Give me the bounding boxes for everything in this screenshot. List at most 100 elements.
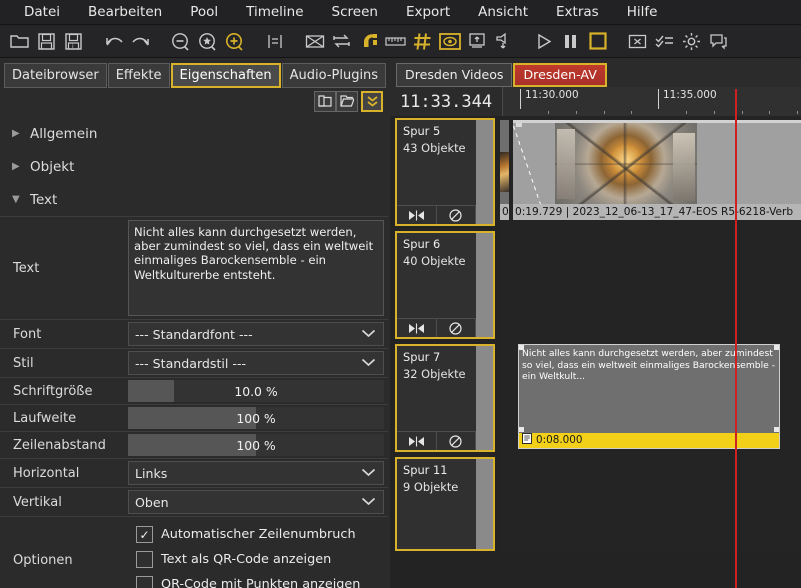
tab-dresden-av[interactable]: Dresden-AV xyxy=(513,63,607,87)
grid-icon[interactable] xyxy=(409,28,436,55)
menu-item-ansicht[interactable]: Ansicht xyxy=(464,0,542,25)
vertical-align-select[interactable]: Oben xyxy=(128,490,384,514)
mute-track-icon[interactable] xyxy=(437,319,476,337)
track-body-spur-11[interactable] xyxy=(500,455,801,551)
property-label-optionen: Optionen xyxy=(0,517,128,588)
property-label-zeilenabstand: Zeilenabstand xyxy=(0,432,128,458)
menu-item-bearbeiten[interactable]: Bearbeiten xyxy=(74,0,176,25)
stop-icon[interactable] xyxy=(584,28,611,55)
text-input[interactable]: Nicht alles kann durchgesetzt werden, ab… xyxy=(128,220,384,316)
track-header-spur-5[interactable]: Spur 5 43 Objekte xyxy=(395,118,495,226)
track-header-spur-6[interactable]: Spur 6 40 Objekte xyxy=(395,231,495,339)
new-folder-icon[interactable] xyxy=(314,90,336,112)
checkbox-label: QR-Code mit Punkten anzeigen xyxy=(161,577,361,588)
clip-handle-bottom-left[interactable] xyxy=(519,427,524,432)
checkbox-qr-dots[interactable] xyxy=(136,576,153,588)
ruler-scale[interactable]: 11:30.000 11:35.000 xyxy=(503,87,801,116)
save-icon[interactable] xyxy=(33,28,60,55)
mute-track-icon[interactable] xyxy=(437,432,476,450)
line-spacing-slider[interactable]: 100 % xyxy=(128,434,384,456)
tracking-slider[interactable]: 100 % xyxy=(128,407,384,429)
chevron-down-icon xyxy=(361,496,376,509)
clip-video-main[interactable]: 0:19.729 | 2023_12_06-13_17_47-EOS R5-62… xyxy=(513,120,801,220)
pause-icon[interactable] xyxy=(557,28,584,55)
track-body-spur-5[interactable]: 0:06 xyxy=(500,116,801,229)
undo-icon[interactable] xyxy=(100,28,127,55)
track-body-spur-7[interactable]: Nicht alles kann durchgesetzt werden, ab… xyxy=(500,342,801,455)
open-folder-icon[interactable] xyxy=(336,90,358,112)
track-header-spur-11[interactable]: Spur 11 9 Objekte xyxy=(395,457,495,551)
track-header-spur-7[interactable]: Spur 7 32 Objekte xyxy=(395,344,495,452)
ruler-minor-tick xyxy=(769,111,770,114)
chevron-down-icon xyxy=(361,357,376,370)
timecode-display[interactable]: 11:33.344 xyxy=(390,87,503,116)
checkbox-qr-code[interactable] xyxy=(136,551,153,568)
crossfade-icon[interactable] xyxy=(301,28,328,55)
menu-item-pool[interactable]: Pool xyxy=(176,0,232,25)
checkbox-label: Automatischer Zeilenumbruch xyxy=(161,527,356,542)
text-document-icon xyxy=(522,432,532,449)
ruler-minor-tick xyxy=(604,111,605,114)
screen-output-icon[interactable] xyxy=(463,28,490,55)
clip-text-content: Nicht alles kann durchgesetzt werden, ab… xyxy=(522,348,776,382)
property-group-allgemein[interactable]: ▶ Allgemein xyxy=(0,117,388,150)
checkbox-auto-wrap[interactable]: ✓ xyxy=(136,526,153,543)
track-scroll-column[interactable] xyxy=(476,346,493,450)
close-screen-icon[interactable] xyxy=(624,28,651,55)
clip-handle-top-left[interactable] xyxy=(519,345,524,350)
menu-item-export[interactable]: Export xyxy=(392,0,464,25)
redo-icon[interactable] xyxy=(127,28,154,55)
playhead[interactable] xyxy=(735,116,737,588)
tab-effekte[interactable]: Effekte xyxy=(107,63,170,88)
ruler-icon[interactable] xyxy=(382,28,409,55)
tab-dateibrowser[interactable]: Dateibrowser xyxy=(4,63,107,88)
ruler-major-tick xyxy=(520,89,521,109)
menu-item-screen[interactable]: Screen xyxy=(318,0,392,25)
collapse-all-icon[interactable] xyxy=(361,90,383,112)
mute-track-icon[interactable] xyxy=(437,206,476,224)
gear-settings-icon[interactable] xyxy=(678,28,705,55)
zoom-out-icon[interactable] xyxy=(167,28,194,55)
play-icon[interactable] xyxy=(530,28,557,55)
track-scroll-column[interactable] xyxy=(476,120,493,224)
menu-item-hilfe[interactable]: Hilfe xyxy=(613,0,672,25)
property-group-objekt[interactable]: ▶ Objekt xyxy=(0,150,388,183)
checkbox-row-qr-dots[interactable]: QR-Code mit Punkten anzeigen xyxy=(128,572,388,588)
menu-item-timeline[interactable]: Timeline xyxy=(232,0,317,25)
fit-clip-icon[interactable] xyxy=(397,206,437,224)
property-group-text[interactable]: ▼ Text xyxy=(0,183,388,216)
menu-item-datei[interactable]: Datei xyxy=(10,0,74,25)
magnet-snap-icon[interactable] xyxy=(355,28,382,55)
tab-eigenschaften[interactable]: Eigenschaften xyxy=(170,63,281,88)
style-select[interactable]: --- Standardstil --- xyxy=(128,351,384,375)
tab-dresden-videos[interactable]: Dresden Videos xyxy=(396,63,513,87)
checkbox-row-qr-code[interactable]: Text als QR-Code anzeigen xyxy=(128,547,388,572)
track-scroll-column[interactable] xyxy=(476,233,493,337)
checkbox-row-auto-wrap[interactable]: ✓ Automatischer Zeilenumbruch xyxy=(128,522,388,547)
clip-handle-bottom-right[interactable] xyxy=(774,427,779,432)
font-size-slider[interactable]: 10.0 % xyxy=(128,380,384,402)
menu-item-extras[interactable]: Extras xyxy=(542,0,613,25)
horizontal-align-select[interactable]: Links xyxy=(128,461,384,485)
clip-text[interactable]: Nicht alles kann durchgesetzt werden, ab… xyxy=(518,344,780,449)
open-folder-icon[interactable] xyxy=(6,28,33,55)
zoom-fit-icon[interactable] xyxy=(194,28,221,55)
save-as-icon[interactable]: i xyxy=(60,28,87,55)
audio-output-icon[interactable] xyxy=(490,28,517,55)
eye-preview-icon[interactable] xyxy=(436,28,463,55)
message-log-icon[interactable] xyxy=(705,28,732,55)
zoom-in-icon[interactable] xyxy=(221,28,248,55)
clip-handle-top-right[interactable] xyxy=(774,345,779,350)
clip-video-partial[interactable]: 0:06 xyxy=(500,120,509,220)
markers-icon[interactable] xyxy=(261,28,288,55)
font-select[interactable]: --- Standardfont --- xyxy=(128,322,384,346)
tab-audio-plugins[interactable]: Audio-Plugins xyxy=(281,63,387,88)
checklist-icon[interactable] xyxy=(651,28,678,55)
track-body-spur-6[interactable] xyxy=(500,229,801,342)
fit-clip-icon[interactable] xyxy=(397,432,437,450)
playhead-ruler[interactable] xyxy=(735,89,737,116)
fit-clip-icon[interactable] xyxy=(397,319,437,337)
loop-range-icon[interactable] xyxy=(328,28,355,55)
clip-duration: 0:08.000 xyxy=(536,434,583,446)
track-scroll-column[interactable] xyxy=(476,459,493,549)
